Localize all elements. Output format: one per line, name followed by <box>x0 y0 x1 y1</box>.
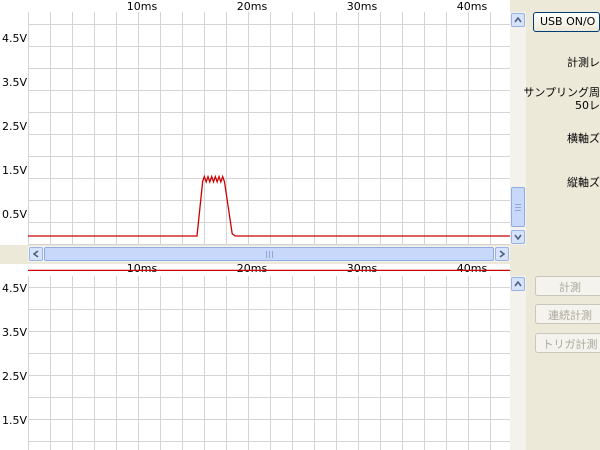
scope-top-hscroll[interactable] <box>28 246 510 262</box>
y-tick-label: 2.5V <box>2 120 27 133</box>
vertical-zoom-label: 縦軸ズ <box>567 176 600 189</box>
x-tick-label: 20ms <box>237 0 268 13</box>
scroll-left-button[interactable] <box>29 247 43 261</box>
chevron-up-icon <box>514 281 522 287</box>
scope-top-plot: 10ms 20ms 30ms 40ms 4.5V 3.5V 2.5V 1.5V 0.5V <box>0 0 510 245</box>
y-tick-label: 4.5V <box>2 32 27 45</box>
usb-toggle-button[interactable]: USB ON/O <box>533 12 600 32</box>
scope-bottom-canvas: 10ms 20ms 30ms 40ms 4.5V 3.5V 2.5V 1.5V <box>2 264 510 450</box>
chevron-left-icon <box>33 250 39 258</box>
x-tick-label: 40ms <box>457 264 488 275</box>
chevron-right-icon <box>499 250 505 258</box>
chevron-up-icon <box>514 17 522 23</box>
x-tick-label: 20ms <box>237 264 268 275</box>
scope-top-vscroll[interactable] <box>510 12 526 245</box>
x-tick-label: 10ms <box>127 0 158 13</box>
y-tick-label: 1.5V <box>2 414 27 427</box>
y-tick-label: 4.5V <box>2 282 27 295</box>
x-tick-label: 40ms <box>457 0 488 13</box>
x-tick-label: 30ms <box>347 0 378 13</box>
chevron-down-icon <box>514 234 522 240</box>
scroll-thumb[interactable] <box>511 187 525 227</box>
y-tick-label: 2.5V <box>2 370 27 383</box>
measure-level-label: 計測レ <box>567 56 600 69</box>
horizontal-zoom-label: 横軸ズ <box>567 132 600 145</box>
y-tick-label: 3.5V <box>2 326 27 339</box>
trigger-measure-button[interactable]: トリガ計測 <box>535 333 600 353</box>
y-tick-label: 1.5V <box>2 164 27 177</box>
scope-top-canvas: 10ms 20ms 30ms 40ms 4.5V 3.5V 2.5V 1.5V 0.5V <box>2 0 510 245</box>
scope-bottom-plot: 10ms 20ms 30ms 40ms 4.5V 3.5V 2.5V 1.5V <box>0 264 510 450</box>
measure-button[interactable]: 計測 <box>535 276 600 296</box>
scroll-right-button[interactable] <box>495 247 509 261</box>
scroll-up-button[interactable] <box>511 13 525 27</box>
y-tick-label: 0.5V <box>2 208 27 221</box>
scope-bottom-vscroll[interactable] <box>510 276 526 450</box>
x-tick-label: 30ms <box>347 264 378 275</box>
scroll-down-button[interactable] <box>511 230 525 244</box>
sampling-value: 50レ <box>575 99 600 112</box>
scroll-thumb-horizontal[interactable] <box>44 247 494 261</box>
scroll-up-button[interactable] <box>511 277 525 291</box>
signal-trace <box>28 174 510 237</box>
continuous-measure-button[interactable]: 連続計測 <box>535 304 600 324</box>
y-tick-label: 3.5V <box>2 76 27 89</box>
x-tick-label: 10ms <box>127 264 158 275</box>
